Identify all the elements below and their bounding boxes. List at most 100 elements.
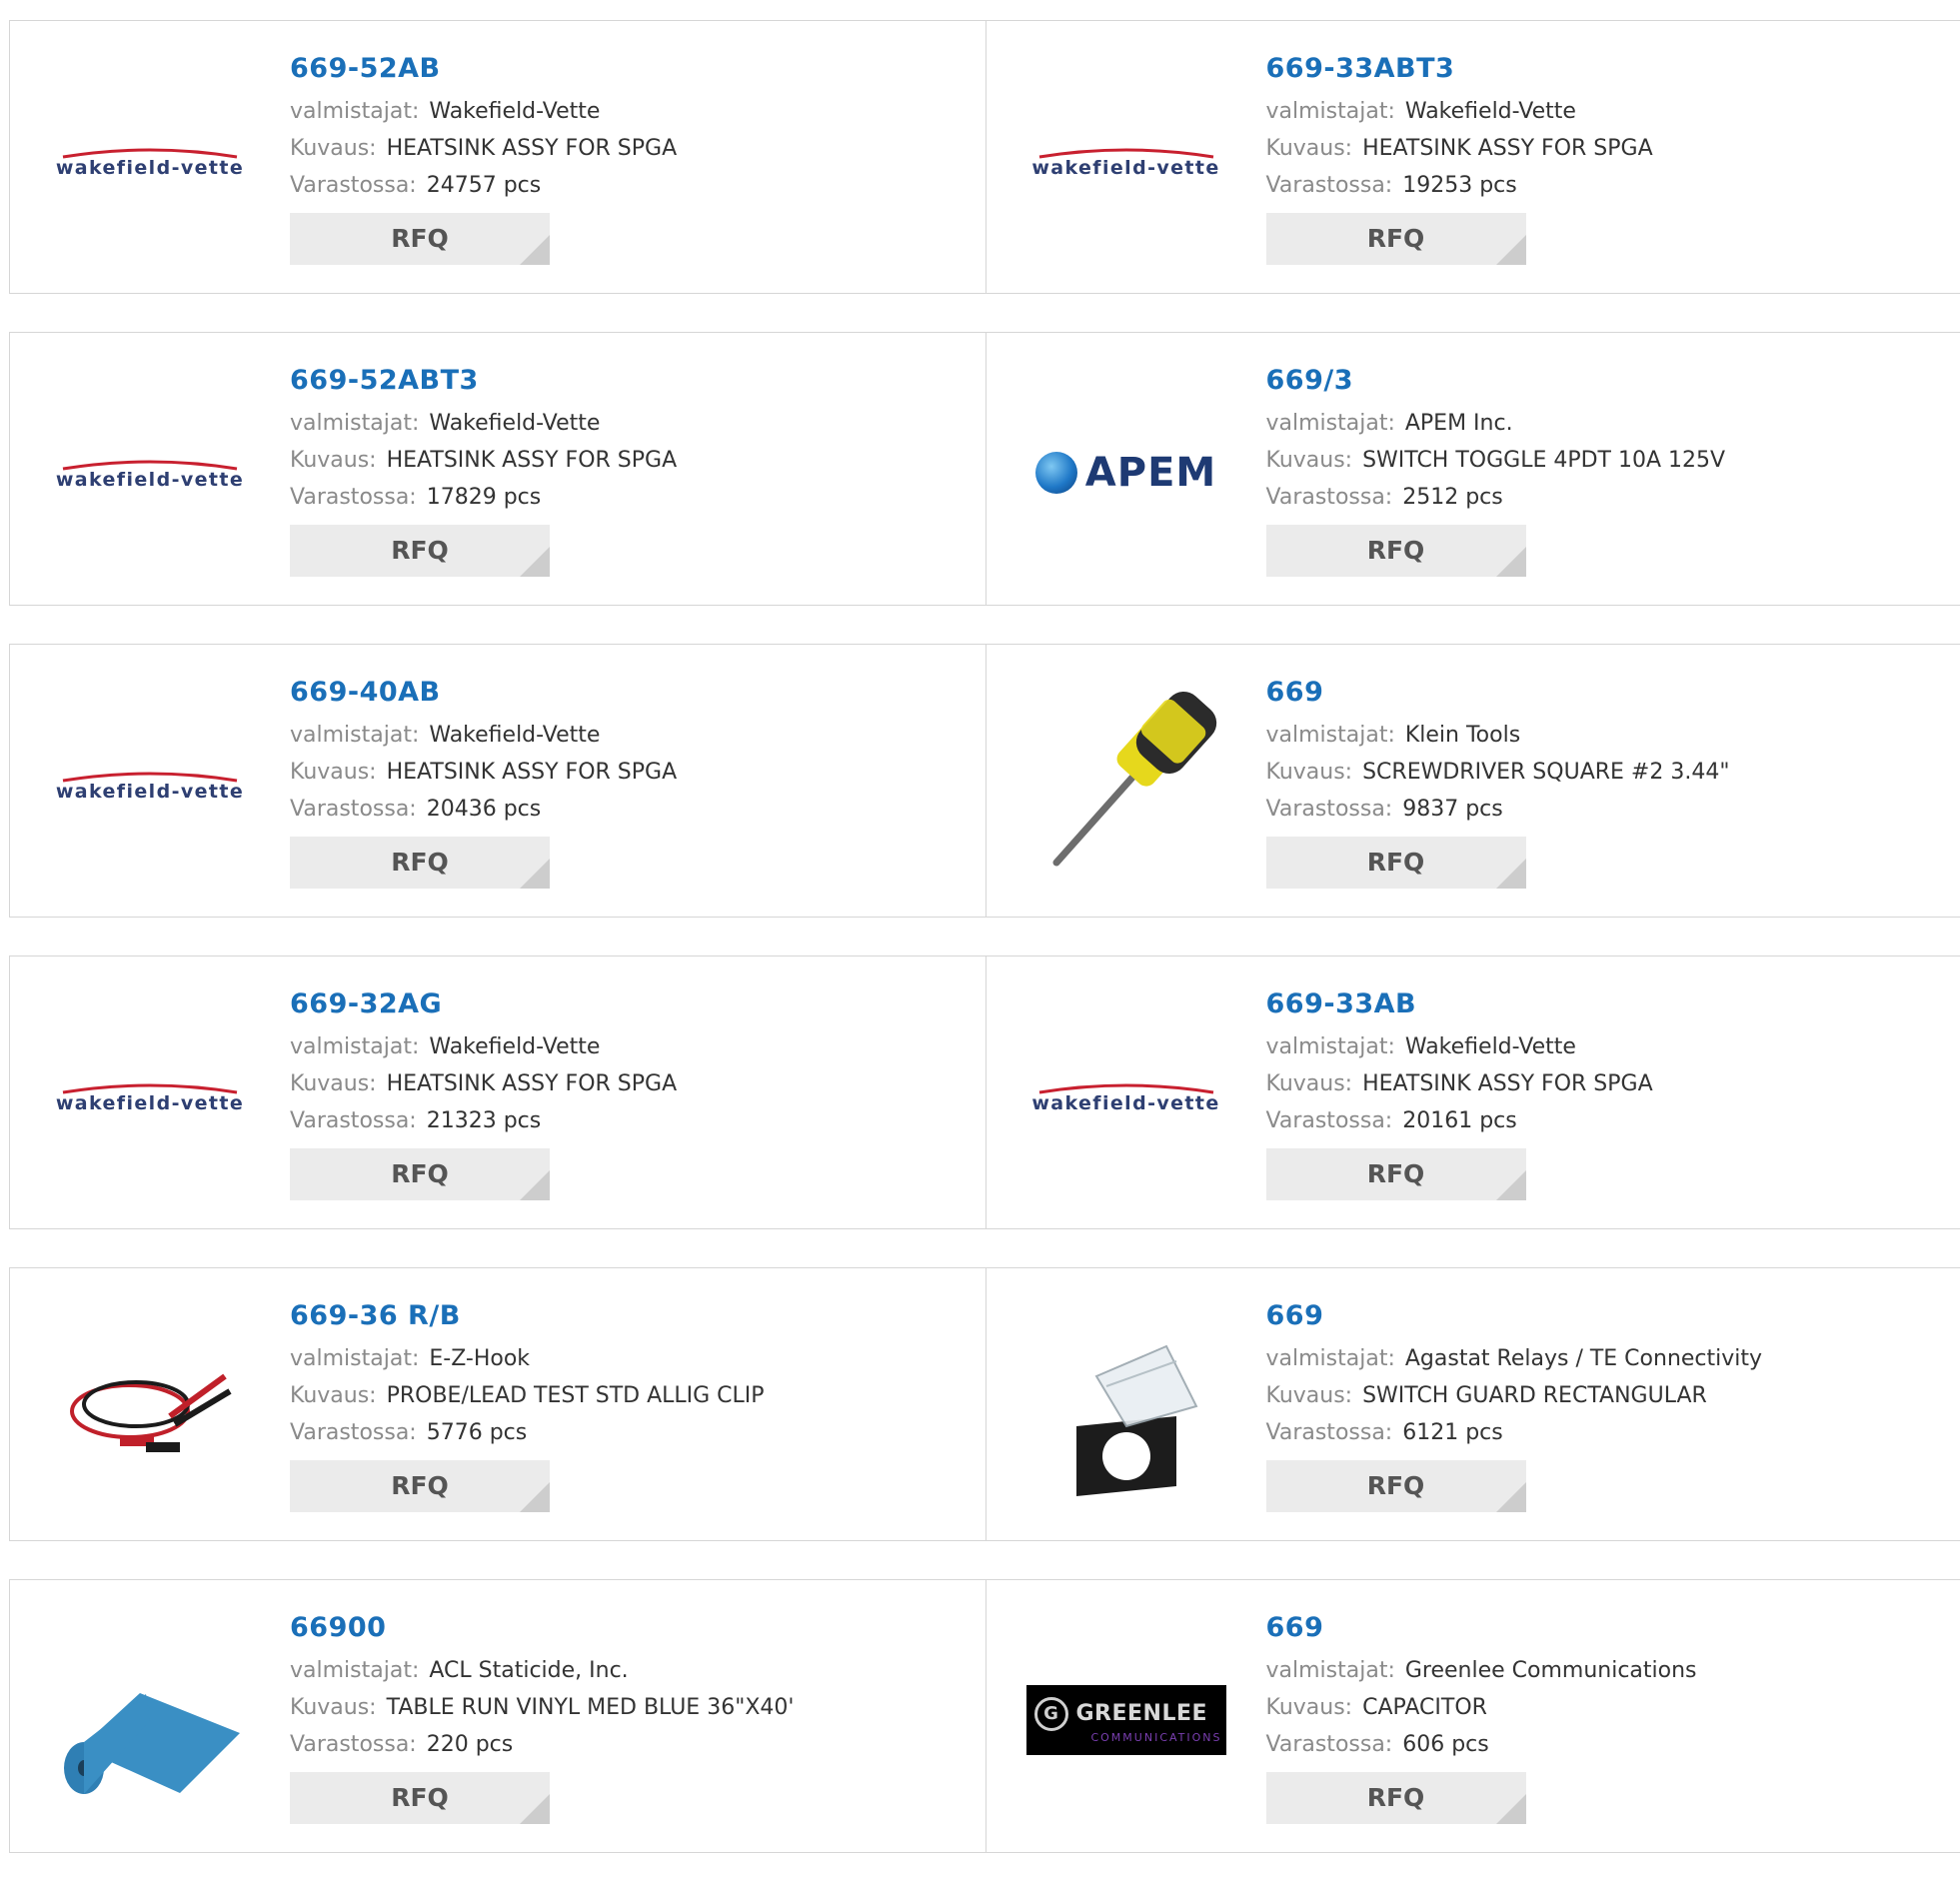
description-value: SWITCH GUARD RECTANGULAR <box>1362 1383 1707 1408</box>
rfq-button[interactable]: RFQ <box>290 525 550 577</box>
manufacturer-row: valmistajat:ACL Staticide, Inc. <box>290 1652 976 1689</box>
description-label: Kuvaus: <box>290 1071 377 1096</box>
rfq-button[interactable]: RFQ <box>1266 525 1526 577</box>
corner-triangle-icon <box>1496 547 1526 577</box>
description-value: HEATSINK ASSY FOR SPGA <box>387 448 678 473</box>
product-image[interactable] <box>50 1308 250 1508</box>
manufacturer-label: valmistajat: <box>1266 723 1395 748</box>
product-image[interactable] <box>50 1620 250 1820</box>
product-image[interactable] <box>1026 1308 1226 1508</box>
part-number-link[interactable]: 669 <box>1266 1608 1951 1648</box>
description-value: CAPACITOR <box>1362 1695 1487 1720</box>
manufacturer-row: valmistajat:Wakefield-Vette <box>1266 93 1951 130</box>
rfq-button[interactable]: RFQ <box>1266 213 1526 265</box>
product-image[interactable] <box>1026 685 1226 885</box>
description-label: Kuvaus: <box>290 1383 377 1408</box>
part-number-link[interactable]: 669-52ABT3 <box>290 361 976 401</box>
description-value: HEATSINK ASSY FOR SPGA <box>387 1071 678 1096</box>
product-image[interactable]: wakefield-vette <box>1026 996 1226 1196</box>
wakefield-vette-logo: wakefield-vette <box>50 1078 250 1114</box>
manufacturer-label: valmistajat: <box>290 411 419 436</box>
stock-row: Varastossa:6121 pcs <box>1266 1414 1951 1451</box>
manufacturer-row: valmistajat:Wakefield-Vette <box>290 93 976 130</box>
part-number-link[interactable]: 669-32AG <box>290 984 976 1024</box>
product-image[interactable]: wakefield-vette <box>50 373 250 573</box>
stock-row: Varastossa:220 pcs <box>290 1726 976 1763</box>
corner-triangle-icon <box>520 859 550 889</box>
manufacturer-label: valmistajat: <box>290 723 419 748</box>
description-label: Kuvaus: <box>290 1695 377 1720</box>
manufacturer-value: Wakefield-Vette <box>1405 1034 1576 1059</box>
description-label: Kuvaus: <box>1266 760 1353 785</box>
rfq-button[interactable]: RFQ <box>1266 837 1526 889</box>
part-number-link[interactable]: 669-33ABT3 <box>1266 49 1951 89</box>
stock-label: Varastossa: <box>1266 797 1393 822</box>
corner-triangle-icon <box>520 1170 550 1200</box>
rfq-button[interactable]: RFQ <box>290 1772 550 1824</box>
stock-value: 24757 pcs <box>427 173 542 198</box>
product-image[interactable]: wakefield-vette <box>50 685 250 885</box>
product-row: wakefield-vette 669-40AB valmistajat:Wak… <box>9 644 1960 918</box>
greenlee-wordmark: GREENLEE <box>1076 1701 1208 1726</box>
manufacturer-value: Wakefield-Vette <box>429 1034 600 1059</box>
corner-triangle-icon <box>1496 1170 1526 1200</box>
part-number-link[interactable]: 669 <box>1266 673 1951 713</box>
stock-label: Varastossa: <box>1266 1732 1393 1757</box>
rfq-button[interactable]: RFQ <box>290 837 550 889</box>
product-image[interactable]: wakefield-vette <box>1026 61 1226 261</box>
stock-value: 606 pcs <box>1402 1732 1489 1757</box>
product-image[interactable]: wakefield-vette <box>50 61 250 261</box>
product-info: 669-52AB valmistajat:Wakefield-Vette Kuv… <box>290 49 976 265</box>
manufacturer-value: ACL Staticide, Inc. <box>429 1658 628 1683</box>
rfq-button[interactable]: RFQ <box>1266 1772 1526 1824</box>
description-label: Kuvaus: <box>290 760 377 785</box>
stock-value: 220 pcs <box>427 1732 514 1757</box>
rfq-label: RFQ <box>391 848 449 877</box>
part-number-link[interactable]: 669-52AB <box>290 49 976 89</box>
part-number-link[interactable]: 66900 <box>290 1608 976 1648</box>
product-info: 669-36 R/B valmistajat:E-Z-Hook Kuvaus:P… <box>290 1296 976 1512</box>
rfq-label: RFQ <box>1367 224 1425 253</box>
manufacturer-value: Wakefield-Vette <box>429 411 600 436</box>
stock-row: Varastossa:19253 pcs <box>1266 167 1951 204</box>
rfq-label: RFQ <box>391 224 449 253</box>
product-card: 669-36 R/B valmistajat:E-Z-Hook Kuvaus:P… <box>10 1268 985 1540</box>
wakefield-vette-wordmark: wakefield-vette <box>50 781 250 803</box>
part-number-link[interactable]: 669 <box>1266 1296 1951 1336</box>
description-row: Kuvaus:TABLE RUN VINYL MED BLUE 36"X40' <box>290 1689 976 1726</box>
manufacturer-label: valmistajat: <box>290 1034 419 1059</box>
manufacturer-row: valmistajat:Agastat Relays / TE Connecti… <box>1266 1340 1951 1377</box>
product-image[interactable]: APEM <box>1026 373 1226 573</box>
product-card: 66900 valmistajat:ACL Staticide, Inc. Ku… <box>10 1580 985 1852</box>
product-image[interactable]: wakefield-vette <box>50 996 250 1196</box>
stock-row: Varastossa:9837 pcs <box>1266 791 1951 828</box>
manufacturer-row: valmistajat:Greenlee Communications <box>1266 1652 1951 1689</box>
part-number-link[interactable]: 669-33AB <box>1266 984 1951 1024</box>
manufacturer-label: valmistajat: <box>1266 99 1395 124</box>
stock-label: Varastossa: <box>290 1108 417 1133</box>
product-card: wakefield-vette 669-32AG valmistajat: Wak… <box>10 956 985 1228</box>
rfq-label: RFQ <box>1367 1471 1425 1500</box>
stock-row: Varastossa:21323 pcs <box>290 1102 976 1139</box>
rfq-button[interactable]: RFQ <box>290 213 550 265</box>
rfq-button[interactable]: RFQ <box>1266 1460 1526 1512</box>
rfq-button[interactable]: RFQ <box>290 1460 550 1512</box>
manufacturer-row: valmistajat:Klein Tools <box>1266 717 1951 754</box>
rfq-label: RFQ <box>391 1471 449 1500</box>
rfq-label: RFQ <box>1367 1159 1425 1188</box>
rfq-button[interactable]: RFQ <box>290 1148 550 1200</box>
part-number-link[interactable]: 669/3 <box>1266 361 1951 401</box>
stock-value: 6121 pcs <box>1402 1420 1503 1445</box>
description-row: Kuvaus:HEATSINK ASSY FOR SPGA <box>290 754 976 791</box>
part-number-link[interactable]: 669-36 R/B <box>290 1296 976 1336</box>
wakefield-vette-wordmark: wakefield-vette <box>1026 1092 1226 1114</box>
product-info: 66900 valmistajat:ACL Staticide, Inc. Ku… <box>290 1608 976 1824</box>
product-image[interactable]: GGREENLEECOMMUNICATIONS <box>1026 1620 1226 1820</box>
rfq-button[interactable]: RFQ <box>1266 1148 1526 1200</box>
product-info: 669/3 valmistajat:APEM Inc. Kuvaus:SWITC… <box>1266 361 1951 577</box>
product-info: 669-32AG valmistajat: Wakefield-Vette Kuv… <box>290 984 976 1200</box>
rfq-label: RFQ <box>1367 848 1425 877</box>
rfq-label: RFQ <box>1367 536 1425 565</box>
part-number-link[interactable]: 669-40AB <box>290 673 976 713</box>
stock-row: Varastossa: 606 pcs <box>1266 1726 1951 1763</box>
